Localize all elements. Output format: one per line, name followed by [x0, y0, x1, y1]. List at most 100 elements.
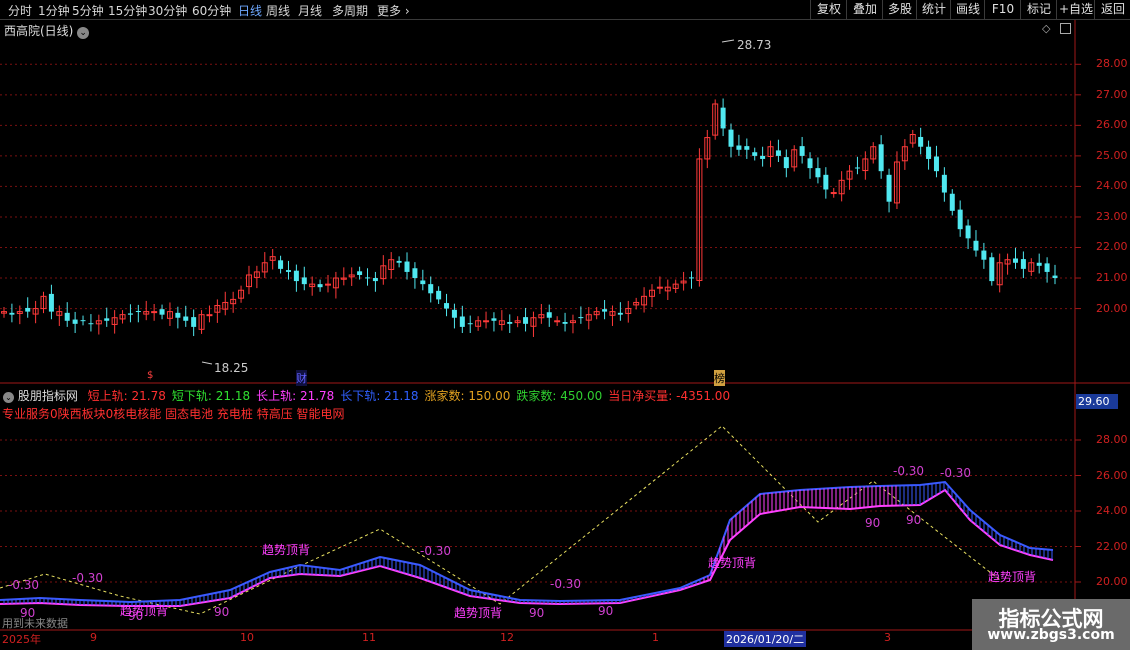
timeframe-2[interactable]: 5分钟 — [72, 2, 104, 19]
legend-item-0: 短上轨: 21.78 — [87, 389, 166, 403]
toolbar-button-1[interactable]: 叠加 — [846, 0, 883, 19]
candle-body — [459, 316, 465, 327]
ninety-label: 90 — [529, 606, 545, 620]
low-pointer — [201, 361, 213, 365]
candle-body — [436, 290, 442, 300]
toolbar-button-0[interactable]: 复权 — [810, 0, 847, 19]
toolbar-button-4[interactable]: 画线 — [950, 0, 985, 19]
candle-body — [175, 312, 181, 318]
candle-body — [191, 317, 197, 327]
candle-body — [617, 312, 623, 315]
minus-030-label: -0.30 — [940, 466, 972, 480]
candle-body — [688, 277, 694, 279]
minus-030-label: -0.30 — [550, 577, 582, 591]
candle-body — [1012, 258, 1018, 263]
timeframe-4[interactable]: 30分钟 — [148, 2, 187, 19]
indicator-name[interactable]: 股朋指标网 — [18, 389, 78, 403]
candle-body — [420, 280, 426, 285]
candle-body — [317, 284, 323, 288]
rank-marker[interactable]: 榜 — [714, 370, 725, 386]
timeframe-9[interactable]: 多周期 — [332, 2, 368, 19]
chevron-down-icon[interactable]: ⌄ — [77, 27, 90, 39]
future-data-note: 用到未来数据 — [2, 617, 68, 630]
candle-body — [293, 270, 299, 282]
candle-body — [507, 322, 513, 324]
candle-body — [965, 225, 971, 239]
candle-body — [728, 129, 734, 147]
candle-body — [981, 250, 987, 260]
candle-body — [9, 312, 15, 315]
candle-body — [278, 260, 284, 269]
candle-body — [301, 277, 307, 285]
stock-name: 西高院(日线) — [4, 24, 74, 38]
low-price-label: 18.25 — [214, 361, 249, 375]
long-upper-band — [0, 480, 1054, 604]
candle-body — [546, 312, 552, 318]
candle-body — [127, 313, 133, 315]
minus-030-label: -0.30 — [893, 464, 925, 478]
candle-body — [830, 192, 837, 195]
candle-body — [957, 209, 963, 230]
candle-body — [1044, 263, 1050, 272]
candle-body — [151, 311, 158, 314]
candle-body — [72, 319, 78, 324]
diamond-icon[interactable]: ◇ — [1042, 22, 1050, 35]
candle-body — [941, 174, 947, 193]
timeframe-6[interactable]: 日线 — [238, 2, 262, 19]
candle-body — [973, 240, 979, 251]
candle-body — [64, 312, 70, 321]
date-label-2: 10 — [240, 631, 254, 644]
date-label-7: 3 — [884, 631, 891, 644]
candle-body — [483, 320, 490, 323]
minus-030-label: -0.30 — [8, 578, 40, 592]
candle-body — [372, 278, 378, 282]
timeframe-0[interactable]: 分时 — [8, 2, 32, 19]
divergence-label: 趋势顶背 — [262, 543, 311, 557]
candle-body — [760, 155, 766, 159]
candle-body — [25, 307, 31, 312]
legend-item-4: 涨家数: 150.00 — [424, 389, 511, 403]
finance-marker[interactable]: 财 — [296, 370, 307, 386]
candle-body — [602, 309, 608, 312]
candle-body — [159, 309, 165, 315]
window-icon[interactable] — [1060, 23, 1071, 34]
timeframe-8[interactable]: 月线 — [298, 2, 322, 19]
candle-body — [744, 146, 750, 150]
timeframe-7[interactable]: 周线 — [266, 2, 290, 19]
zigzag-line — [0, 425, 1001, 615]
legend-item-2: 长上轨: 21.78 — [256, 389, 335, 403]
toolbar-button-2[interactable]: 多股 — [882, 0, 917, 19]
candle-body — [878, 144, 884, 172]
timeframe-5[interactable]: 60分钟 — [192, 2, 231, 19]
timeframe-1[interactable]: 1分钟 — [38, 2, 70, 19]
candle-body — [467, 323, 473, 325]
toolbar: 分时 1分钟 5分钟 15分钟 30分钟 60分钟 日线 周线 月线 多周期 更多 › 复权 叠加 多股统… — [0, 0, 1130, 20]
candle-body — [783, 157, 789, 169]
candle-body — [720, 107, 726, 129]
candle-body — [48, 293, 54, 312]
indicator-series — [0, 425, 1054, 615]
candle-body — [736, 145, 742, 150]
legend-item-3: 长下轨: 21.18 — [340, 389, 419, 403]
divergence-label: 趋势顶背 — [708, 556, 757, 570]
candle-body — [135, 311, 141, 313]
timeframe-10[interactable]: 更多 › — [377, 2, 410, 19]
toolbar-button-3[interactable]: 统计 — [916, 0, 951, 19]
toolbar-button-6[interactable]: 标记 — [1020, 0, 1057, 19]
kline-chart[interactable] — [0, 0, 1130, 650]
indicator-tick-label: 20.00 — [1096, 575, 1128, 588]
candle-body — [554, 320, 561, 323]
collapse-icon[interactable]: ⌄ — [3, 392, 14, 403]
candle-body — [949, 193, 955, 211]
stock-title[interactable]: 西高院(日线) ⌄ — [4, 22, 90, 39]
dividend-marker[interactable]: $ — [147, 370, 153, 381]
candle-body — [324, 283, 331, 286]
candle-body — [1020, 259, 1026, 269]
timeframe-3[interactable]: 15分钟 — [108, 2, 147, 19]
candle-body — [926, 146, 932, 159]
toolbar-button-5[interactable]: F10 — [984, 0, 1021, 19]
candle-body — [523, 317, 529, 324]
ninety-label: 90 — [598, 604, 614, 618]
candle-body — [404, 261, 410, 272]
main-price-grid — [0, 63, 1081, 310]
